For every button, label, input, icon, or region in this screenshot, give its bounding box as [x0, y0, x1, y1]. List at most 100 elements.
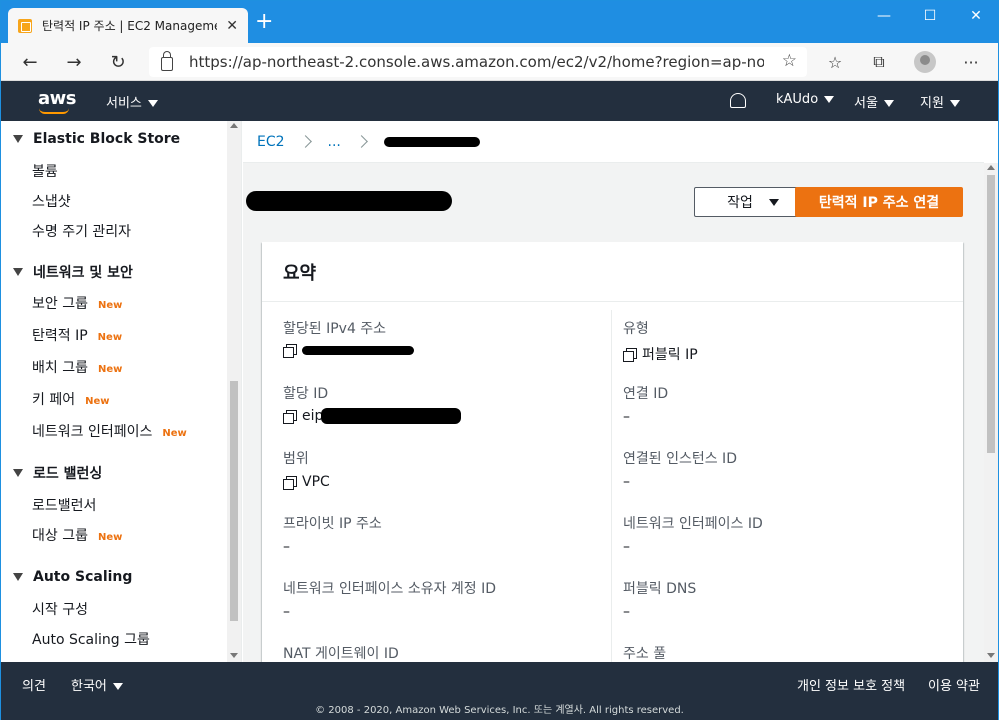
main-scrollbar[interactable] — [984, 163, 998, 662]
collapse-icon — [13, 268, 23, 276]
forward-icon[interactable]: → — [59, 49, 89, 75]
sidebar-section-network-security[interactable]: 네트워크 및 보안 — [13, 262, 133, 282]
sidebar-item-elastic-ip[interactable]: 탄력적 IP New — [32, 325, 122, 345]
public-dns-value: – — [623, 604, 630, 620]
breadcrumb-ellipsis[interactable]: ... — [328, 134, 341, 150]
eni-owner-label: 네트워크 인터페이스 소유자 계정 ID — [283, 581, 497, 597]
console-footer: 의견 한국어 개인 정보 보호 정책 이용 약관 © 2008 - 2020, … — [1, 662, 998, 720]
sidebar-item-snapshots[interactable]: 스냅샷 — [32, 191, 71, 211]
chevron-down-icon — [147, 100, 158, 107]
region-menu[interactable]: 서울 — [854, 92, 894, 111]
more-options-icon[interactable]: ··· — [955, 49, 987, 75]
language-selector[interactable]: 한국어 — [71, 675, 123, 694]
collapse-icon — [13, 469, 23, 477]
scroll-up-icon — [987, 165, 995, 170]
sidebar-section-ebs[interactable]: Elastic Block Store — [13, 131, 180, 147]
chevron-down-icon — [768, 198, 779, 206]
nat-gateway-label: NAT 게이트웨이 ID — [283, 646, 399, 662]
sidebar: Elastic Block Store 볼륨 스냅샷 수명 주기 관리자 네트워… — [1, 121, 242, 662]
collections-icon[interactable]: ⧉ — [863, 49, 895, 75]
profile-icon — [914, 51, 936, 73]
close-window-icon[interactable]: ✕ — [953, 1, 999, 31]
notification-bell-icon[interactable] — [730, 93, 746, 108]
summary-title: 요약 — [283, 263, 317, 284]
summary-header: 요약 — [262, 242, 963, 302]
type-value: 퍼블릭 IP — [623, 344, 698, 364]
main-scroll-thumb[interactable] — [987, 175, 995, 453]
scroll-down-icon — [987, 653, 995, 658]
browser-window: 탄력적 IP 주소 | EC2 Management Console ✕ + —… — [0, 0, 999, 720]
breadcrumb: EC2 ... — [243, 121, 984, 163]
favorites-list-icon[interactable]: ☆ — [819, 49, 851, 75]
privacy-policy-link[interactable]: 개인 정보 보호 정책 — [797, 675, 905, 694]
sidebar-item-launch-configurations[interactable]: 시작 구성 — [32, 599, 88, 619]
support-menu[interactable]: 지원 — [920, 92, 960, 111]
collapse-icon — [13, 135, 23, 143]
sidebar-item-volumes[interactable]: 볼륨 — [32, 161, 58, 181]
public-dns-label: 퍼블릭 DNS — [623, 581, 697, 597]
scope-value: VPC — [283, 474, 330, 490]
instance-id-label: 연결된 인스턴스 ID — [623, 451, 737, 467]
private-ip-label: 프라이빗 IP 주소 — [283, 516, 382, 532]
copy-icon[interactable] — [283, 409, 297, 424]
sidebar-item-security-groups[interactable]: 보안 그룹 New — [32, 293, 122, 313]
aws-logo[interactable]: aws — [38, 88, 77, 109]
close-tab-icon[interactable]: ✕ — [226, 18, 238, 34]
chevron-down-icon — [949, 100, 960, 107]
network-interface-id-label: 네트워크 인터페이스 ID — [623, 516, 763, 532]
sidebar-item-target-groups[interactable]: 대상 그룹 New — [32, 525, 122, 545]
collapse-icon — [13, 573, 23, 581]
sidebar-item-network-interfaces[interactable]: 네트워크 인터페이스 New — [32, 421, 187, 441]
copyright-text: © 2008 - 2020, Amazon Web Services, Inc.… — [315, 705, 684, 716]
sidebar-item-auto-scaling-groups[interactable]: Auto Scaling 그룹 — [32, 629, 150, 649]
profile-avatar[interactable] — [909, 49, 941, 75]
address-toolbar: ← → ↻ https://ap-northeast-2.console.aws… — [1, 43, 998, 81]
allocated-ipv4-value — [283, 344, 414, 358]
sidebar-item-lifecycle-manager[interactable]: 수명 주기 관리자 — [32, 221, 131, 241]
copy-icon[interactable] — [283, 344, 297, 358]
url-field[interactable]: https://ap-northeast-2.console.aws.amazo… — [149, 47, 807, 77]
sidebar-item-placement-groups[interactable]: 배치 그룹 New — [32, 357, 122, 377]
sidebar-section-load-balancing[interactable]: 로드 밸런싱 — [13, 463, 102, 483]
scroll-up-icon — [230, 123, 238, 128]
feedback-link[interactable]: 의견 — [22, 675, 46, 694]
chevron-right-icon — [355, 135, 368, 148]
network-interface-id-value: – — [623, 539, 630, 555]
services-menu[interactable]: 서비스 — [106, 92, 158, 111]
sidebar-scrollbar[interactable] — [227, 121, 241, 662]
refresh-icon[interactable]: ↻ — [103, 49, 133, 75]
redacted-breadcrumb-ip — [383, 136, 480, 147]
column-divider — [611, 310, 612, 662]
account-menu[interactable]: kAUdo — [776, 92, 835, 107]
copy-icon[interactable] — [283, 475, 297, 490]
minimize-icon[interactable]: — — [861, 1, 907, 31]
chevron-down-icon — [883, 100, 894, 107]
instance-id-value: – — [623, 474, 630, 490]
back-icon[interactable]: ← — [15, 49, 45, 75]
main-content: EC2 ... 작업 탄력적 IP 주소 연결 요약 할당된 IPv4 주소 할… — [243, 121, 984, 662]
aws-top-nav: aws 서비스 kAUdo 서울 지원 — [1, 81, 998, 121]
url-text: https://ap-northeast-2.console.aws.amazo… — [189, 53, 764, 71]
terms-link[interactable]: 이용 약관 — [928, 675, 980, 694]
title-bar: 탄력적 IP 주소 | EC2 Management Console ✕ + —… — [1, 1, 998, 43]
allocation-id-value: eipalloc- — [283, 408, 462, 424]
allocation-id-label: 할당 ID — [283, 386, 329, 402]
sidebar-section-auto-scaling[interactable]: Auto Scaling — [13, 569, 132, 585]
maximize-icon[interactable]: ☐ — [907, 1, 953, 31]
copy-icon[interactable] — [623, 347, 637, 362]
allocated-ipv4-label: 할당된 IPv4 주소 — [283, 321, 387, 337]
redacted-ipv4 — [302, 346, 414, 355]
browser-tab[interactable]: 탄력적 IP 주소 | EC2 Management Console ✕ — [8, 8, 248, 43]
breadcrumb-ec2[interactable]: EC2 — [257, 134, 285, 150]
associate-elastic-ip-button[interactable]: 탄력적 IP 주소 연결 — [795, 187, 963, 217]
redacted-allocation-id — [321, 408, 462, 424]
scroll-down-icon — [230, 653, 238, 658]
new-tab-icon[interactable]: + — [255, 11, 273, 33]
sidebar-item-key-pairs[interactable]: 키 페어 New — [32, 389, 109, 409]
chevron-right-icon — [298, 135, 312, 148]
type-label: 유형 — [623, 321, 649, 337]
sidebar-scroll-thumb[interactable] — [230, 381, 238, 621]
summary-panel: 요약 할당된 IPv4 주소 할당 ID eipalloc- 범위 VPC 프라… — [262, 242, 963, 662]
sidebar-item-load-balancers[interactable]: 로드밸런서 — [32, 495, 96, 515]
favorite-star-icon[interactable]: ☆ — [782, 51, 797, 71]
